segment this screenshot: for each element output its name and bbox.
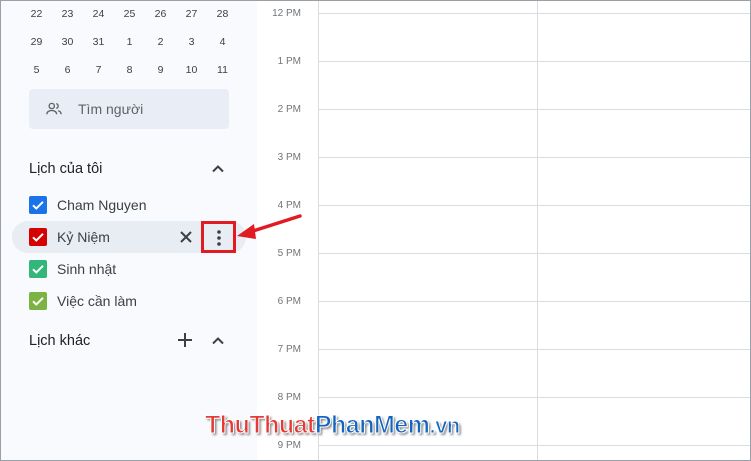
annotation-arrow-icon xyxy=(237,214,302,239)
mini-calendar-week: 22 23 24 25 26 27 28 xyxy=(21,0,239,28)
calendar-item-sinh-nhat[interactable]: Sinh nhật xyxy=(12,253,246,285)
mini-calendar-day[interactable]: 10 xyxy=(176,56,207,84)
watermark-logo: ThuThuatPhanMem.vn xyxy=(205,411,461,440)
mini-calendar-day[interactable]: 30 xyxy=(52,28,83,56)
mini-calendar-day[interactable]: 8 xyxy=(114,56,145,84)
time-label: 8 PM xyxy=(277,392,301,403)
mini-calendar-day[interactable]: 9 xyxy=(145,56,176,84)
chevron-up-icon[interactable] xyxy=(208,159,228,179)
chevron-up-icon[interactable] xyxy=(208,331,228,351)
time-label: 1 PM xyxy=(277,56,301,67)
mini-calendar-day[interactable]: 23 xyxy=(52,0,83,28)
mini-calendar-day[interactable]: 25 xyxy=(114,0,145,28)
time-label: 2 PM xyxy=(277,104,301,115)
other-calendars-title[interactable]: Lịch khác xyxy=(29,333,90,349)
grid-divider xyxy=(537,0,538,461)
hour-line xyxy=(319,397,751,398)
my-calendars-title[interactable]: Lịch của tôi xyxy=(29,161,102,177)
time-label: 9 PM xyxy=(277,440,301,451)
mini-calendar-day[interactable]: 29 xyxy=(21,28,52,56)
hour-line xyxy=(319,109,751,110)
time-label: 7 PM xyxy=(277,344,301,355)
hour-line xyxy=(319,13,751,14)
hour-line xyxy=(319,445,751,446)
mini-calendar-day[interactable]: 6 xyxy=(52,56,83,84)
calendar-item-cham-nguyen[interactable]: Cham Nguyen xyxy=(12,189,246,221)
calendar-item-ky-niem[interactable]: Kỷ Niệm xyxy=(12,221,246,253)
time-label: 12 PM xyxy=(272,8,301,19)
mini-calendar-day[interactable]: 3 xyxy=(176,28,207,56)
hour-line xyxy=(319,157,751,158)
mini-calendar-day[interactable]: 27 xyxy=(176,0,207,28)
mini-calendar-day[interactable]: 28 xyxy=(207,0,238,28)
search-people-label: Tìm người xyxy=(78,101,144,117)
calendar-item-viec-can-lam[interactable]: Việc cần làm xyxy=(12,285,246,317)
day-grid[interactable]: 12 PM 1 PM 2 PM 3 PM 4 PM 5 PM 6 PM 7 PM… xyxy=(257,0,751,461)
mini-calendar-day[interactable]: 11 xyxy=(207,56,238,84)
watermark-part: .vn xyxy=(429,413,461,439)
hour-line xyxy=(319,205,751,206)
mini-calendar-week: 29 30 31 1 2 3 4 xyxy=(21,28,239,56)
sidebar: 22 23 24 25 26 27 28 29 30 31 1 2 3 4 5 … xyxy=(0,0,257,461)
mini-calendar-day[interactable]: 7 xyxy=(83,56,114,84)
calendar-item-label: Kỷ Niệm xyxy=(57,229,110,245)
time-label: 5 PM xyxy=(277,248,301,259)
checkbox[interactable] xyxy=(29,292,47,310)
grid-divider xyxy=(318,0,319,461)
mini-calendar-day[interactable]: 5 xyxy=(21,56,52,84)
calendar-item-label: Việc cần làm xyxy=(57,293,137,309)
search-people-input[interactable]: Tìm người xyxy=(29,89,229,129)
watermark-part: PhanMem xyxy=(314,411,430,440)
mini-calendar-day[interactable]: 26 xyxy=(145,0,176,28)
time-label: 3 PM xyxy=(277,152,301,163)
watermark-part: ThuThuat xyxy=(205,411,316,440)
hour-line xyxy=(319,61,751,62)
hour-line xyxy=(319,253,751,254)
mini-calendar-day[interactable]: 4 xyxy=(207,28,238,56)
time-label: 6 PM xyxy=(277,296,301,307)
calendar-item-label: Sinh nhật xyxy=(57,261,117,277)
mini-calendar-day[interactable]: 1 xyxy=(114,28,145,56)
mini-calendar-day[interactable]: 31 xyxy=(83,28,114,56)
mini-calendar-day[interactable]: 24 xyxy=(83,0,114,28)
close-icon[interactable] xyxy=(176,227,196,247)
mini-calendar-week: 5 6 7 8 9 10 11 xyxy=(21,56,239,84)
more-vert-icon xyxy=(217,230,221,246)
add-calendar-icon[interactable] xyxy=(175,330,195,350)
hour-line xyxy=(319,301,751,302)
mini-calendar-day[interactable]: 2 xyxy=(145,28,176,56)
checkbox[interactable] xyxy=(29,228,47,246)
checkbox[interactable] xyxy=(29,196,47,214)
hour-line xyxy=(319,349,751,350)
people-icon xyxy=(45,100,63,118)
checkbox[interactable] xyxy=(29,260,47,278)
mini-calendar-day[interactable]: 22 xyxy=(21,0,52,28)
calendar-item-label: Cham Nguyen xyxy=(57,197,147,213)
